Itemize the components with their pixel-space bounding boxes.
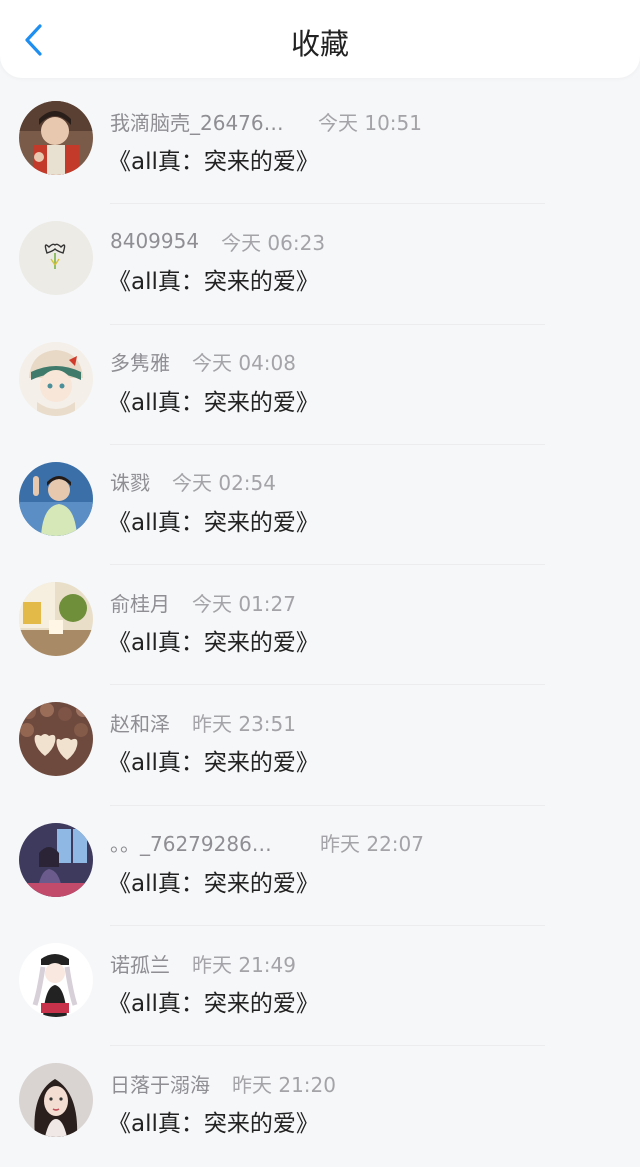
work-title[interactable]: 《all真：突来的爱》 (108, 142, 319, 176)
work-title[interactable]: 《all真：突来的爱》 (108, 623, 319, 657)
work-title[interactable]: 《all真：突来的爱》 (108, 262, 319, 296)
work-title[interactable]: 《all真：突来的爱》 (108, 984, 319, 1018)
list-item[interactable]: 我滴脑壳_26476… 今天 10:51 《all真：突来的爱》 (0, 84, 640, 205)
user-name[interactable]: 俞桂月 (110, 588, 170, 617)
list-item[interactable]: 。。_76279286… 昨天 22:07 《all真：突来的爱》 (0, 805, 640, 927)
avatar[interactable] (19, 702, 93, 777)
avatar[interactable] (19, 582, 93, 657)
user-name[interactable]: 多隽雅 (110, 347, 170, 376)
item-meta: 多隽雅 今天 04:08 (110, 347, 296, 377)
timestamp: 今天 04:08 (192, 351, 296, 376)
item-meta: 8409954 今天 06:23 (110, 226, 325, 256)
work-title[interactable]: 《all真：突来的爱》 (108, 743, 319, 777)
user-name[interactable]: 8409954 (110, 229, 199, 253)
list-item[interactable]: 诛戮 今天 02:54 《all真：突来的爱》 (0, 444, 640, 566)
timestamp: 昨天 23:51 (192, 711, 296, 736)
avatar[interactable] (19, 943, 93, 1018)
item-meta: 诺孤兰 昨天 21:49 (110, 948, 296, 978)
item-meta: 赵和泽 昨天 23:51 (110, 707, 296, 737)
avatar[interactable] (19, 1063, 93, 1138)
avatar[interactable] (19, 101, 93, 175)
list-item[interactable]: 8409954 今天 06:23 《all真：突来的爱》 (0, 204, 640, 325)
list-item[interactable]: 诺孤兰 昨天 21:49 《all真：突来的爱》 (0, 926, 640, 1047)
timestamp: 今天 06:23 (221, 230, 326, 255)
work-title[interactable]: 《all真：突来的爱》 (108, 1104, 319, 1138)
work-title[interactable]: 《all真：突来的爱》 (108, 503, 319, 537)
item-meta: 日落于溺海 昨天 21:20 (110, 1068, 336, 1098)
item-meta: 俞桂月 今天 01:27 (110, 587, 296, 617)
user-name[interactable]: 赵和泽 (110, 708, 170, 737)
timestamp: 今天 01:27 (192, 591, 296, 616)
avatar[interactable] (19, 341, 93, 416)
user-name[interactable]: 诛戮 (110, 467, 150, 496)
user-name[interactable]: 日落于溺海 (110, 1069, 210, 1098)
list-item[interactable]: 多隽雅 今天 04:08 《all真：突来的爱》 (0, 324, 640, 445)
user-name[interactable]: 我滴脑壳_26476… (110, 107, 296, 136)
user-name[interactable]: 。。_76279286… (110, 828, 296, 857)
top-bar: 收藏 (0, 0, 640, 78)
timestamp: 今天 02:54 (172, 471, 276, 496)
list-item[interactable]: 日落于溺海 昨天 21:20 《all真：突来的爱》 (0, 1046, 640, 1167)
avatar[interactable] (19, 461, 93, 536)
avatar[interactable] (19, 221, 93, 296)
item-meta: 诛戮 今天 02:54 (110, 467, 276, 497)
item-meta: 。。_76279286… 昨天 22:07 (110, 828, 424, 858)
avatar[interactable] (19, 822, 93, 897)
list-item[interactable]: 俞桂月 今天 01:27 《all真：突来的爱》 (0, 565, 640, 686)
timestamp: 昨天 21:20 (232, 1072, 336, 1097)
timestamp: 昨天 22:07 (320, 832, 424, 857)
timestamp: 今天 10:51 (318, 110, 422, 135)
timestamp: 昨天 21:49 (192, 952, 296, 977)
favorites-list: 我滴脑壳_26476… 今天 10:51 《all真：突来的爱》 8409954… (0, 84, 640, 1167)
work-title[interactable]: 《all真：突来的爱》 (108, 383, 319, 417)
list-item[interactable]: 赵和泽 昨天 23:51 《all真：突来的爱》 (0, 685, 640, 806)
item-meta: 我滴脑壳_26476… 今天 10:51 (110, 106, 422, 136)
user-name[interactable]: 诺孤兰 (110, 949, 170, 978)
page-title: 收藏 (290, 27, 349, 61)
work-title[interactable]: 《all真：突来的爱》 (108, 864, 319, 898)
